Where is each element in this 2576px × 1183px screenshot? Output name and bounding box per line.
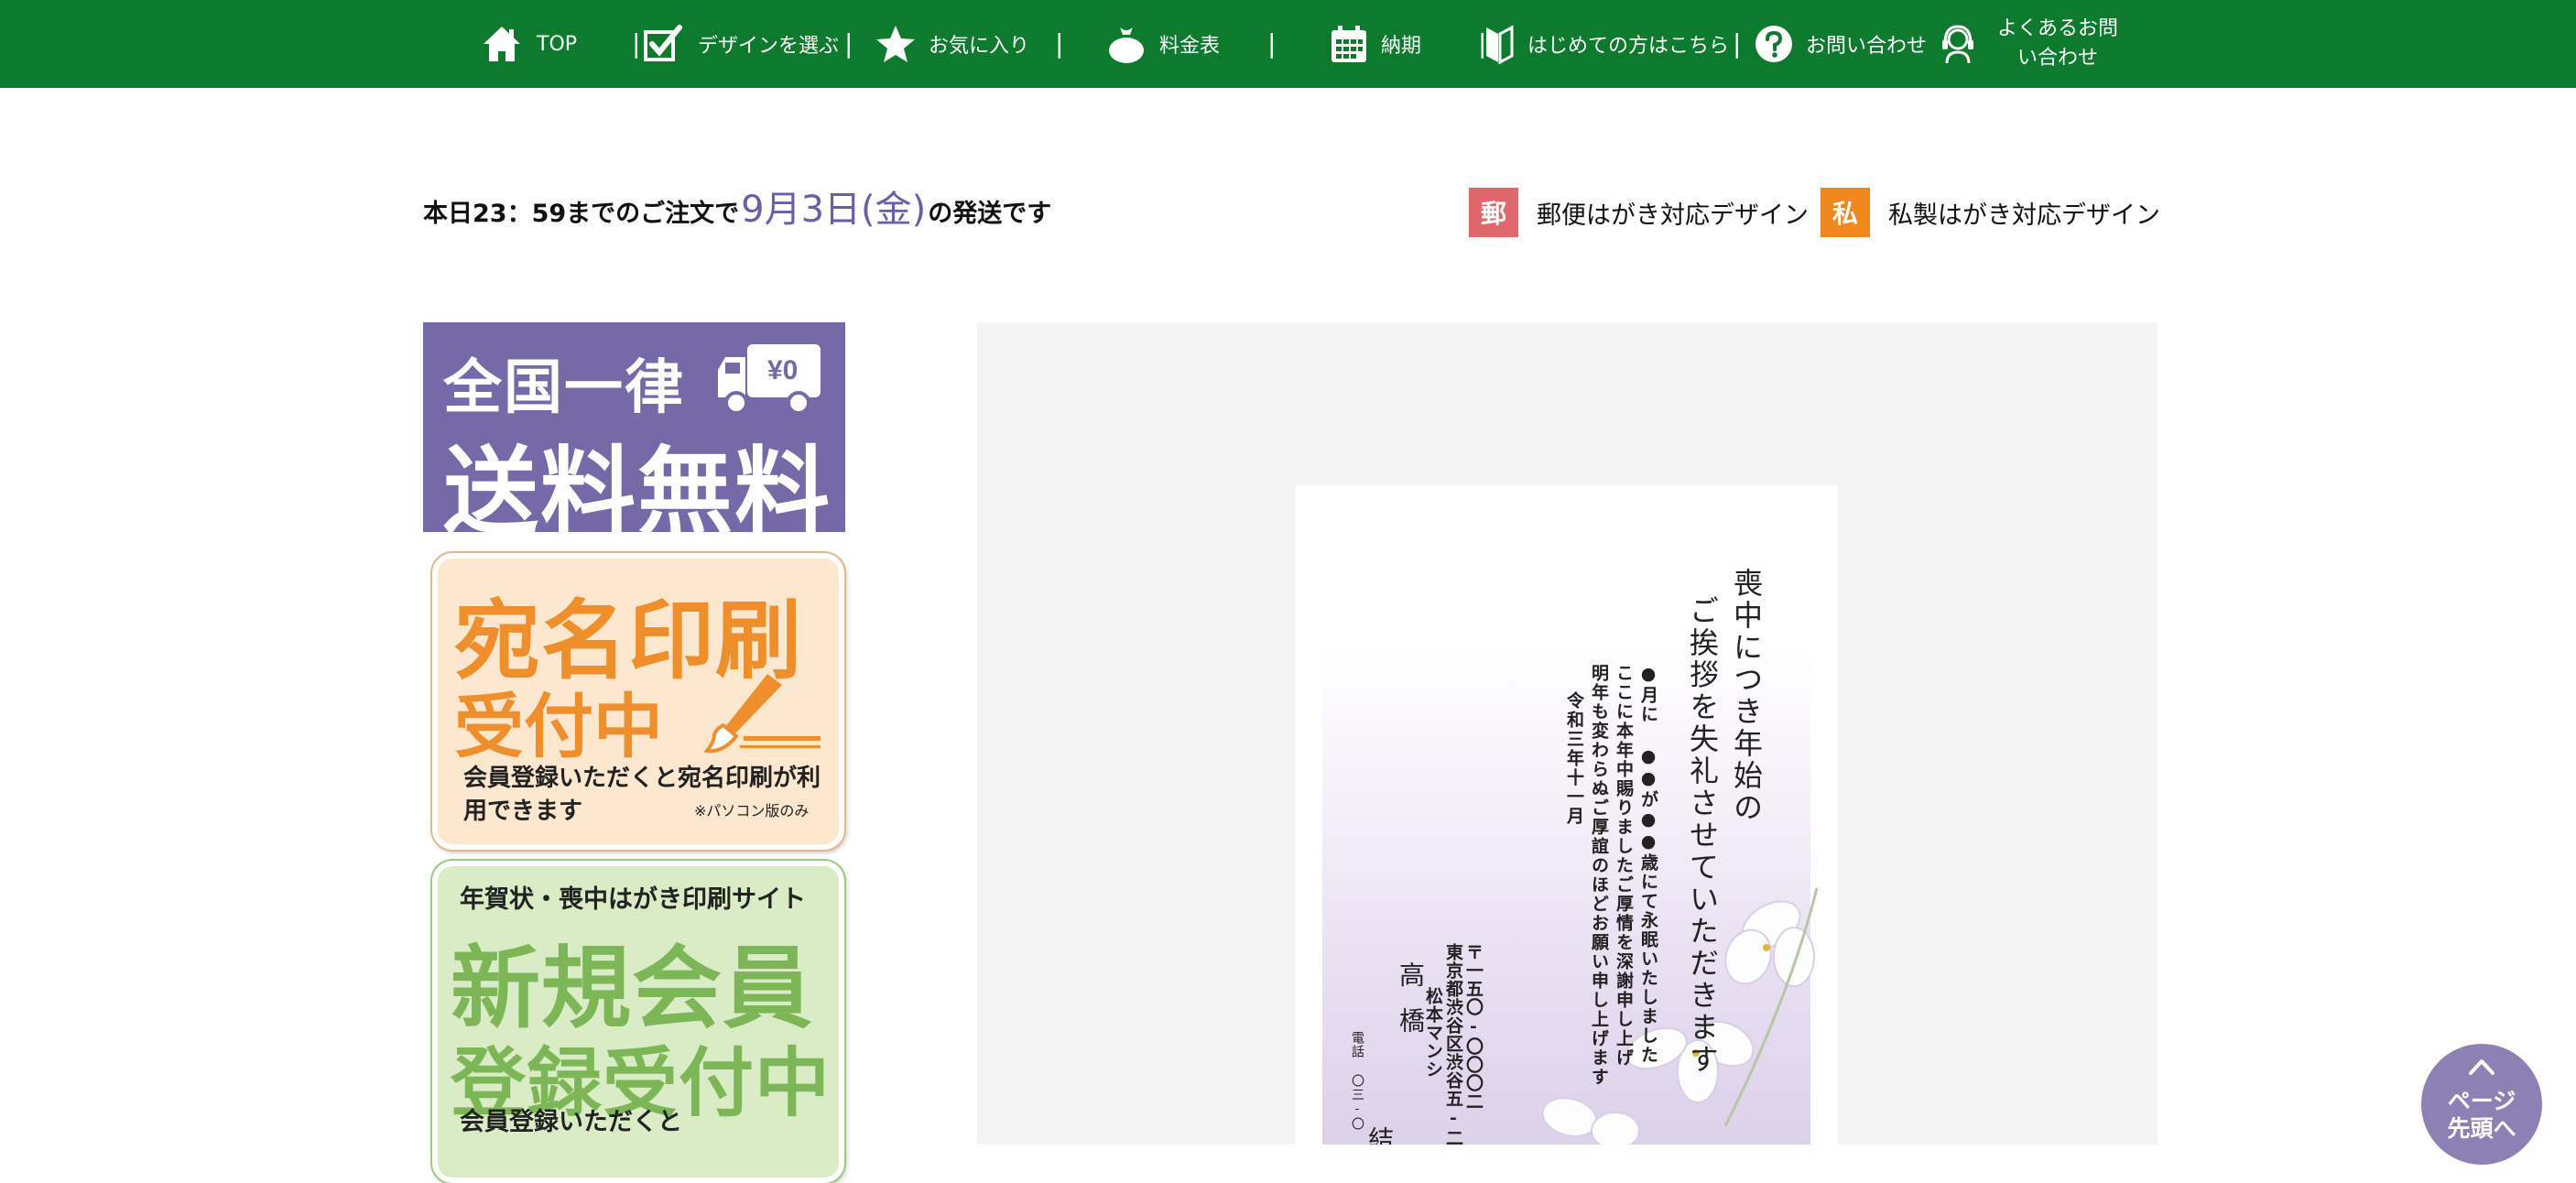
card-title-line2: ご挨拶を失礼させていただきます (1685, 595, 1720, 1076)
nav-item-label: お気に入り (929, 35, 1030, 58)
card-body-line1: ●月に ●●が●●歳にて永眠いたしました (1638, 664, 1658, 1065)
card-body-line3: 明年も変わらぬご厚誼のほどお願い申し上げます (1589, 664, 1609, 1087)
legend-postal: 郵 郵便はがき対応デザイン (1469, 188, 1809, 237)
headset-icon (1942, 25, 1973, 64)
nav-separator: | (844, 28, 853, 59)
legend-postal-label: 郵便はがき対応デザイン (1537, 201, 1809, 230)
banner-member-line1: 年賀状・喪中はがき印刷サイト (460, 885, 806, 914)
address-printing-banner[interactable]: 宛名印刷 受付中 会員登録いただくと宛名印刷が利用できます ※パソコン版のみ (432, 553, 844, 850)
brush-icon (703, 674, 821, 754)
top-navigation-bar: TOP | デザインを選ぶ | お気に入り | 料金表 | 納期 | はじめての… (0, 0, 2576, 88)
nav-separator: | (1055, 28, 1064, 59)
card-body-line2: ここに本年中賜りましたご厚情を深謝申し上げ (1614, 664, 1634, 1068)
nav-item-label: 料金表 (1159, 35, 1221, 58)
nav-item-first-time[interactable]: はじめての方はこちら (1484, 0, 1729, 88)
card-name-line2: 結賀 (1361, 1126, 1397, 1145)
nav-item-label: TOP (537, 32, 578, 56)
page-top-label-line1: ページ (2447, 1088, 2516, 1114)
deadline-prefix: 本日23：59までのご注文で (423, 200, 740, 228)
card-title-line1: 喪中につき年始の (1729, 568, 1764, 824)
card-body-line4: 令和三年十一月 (1564, 691, 1584, 826)
page-top-label: ページ 先頭へ (2421, 1088, 2542, 1143)
legend-private-label: 私製はがき対応デザイン (1888, 201, 2160, 230)
nav-item-choose-design[interactable]: デザインを選ぶ (643, 0, 839, 88)
shipping-deadline-notice: 本日23：59までのご注文で 9月3日(金) の発送です (423, 179, 1052, 231)
free-shipping-banner[interactable]: 全国一律 ¥0 送料無料 (423, 322, 845, 548)
nav-item-label: デザインを選ぶ (698, 35, 840, 58)
nav-separator: | (1733, 28, 1742, 59)
calendar-icon (1331, 26, 1366, 62)
legend-private: 私 私製はがき対応デザイン (1821, 188, 2160, 237)
nav-separator: | (1267, 28, 1277, 59)
question-icon (1755, 26, 1792, 62)
star-icon (876, 26, 915, 62)
beginner-mark-icon (1486, 25, 1514, 64)
deadline-date: 9月3日(金) (741, 189, 927, 231)
nav-item-label: よくあるお問い合わせ (1996, 17, 2118, 70)
truck-price-text: ¥0 (767, 355, 798, 385)
deadline-suffix: の発送です (928, 200, 1052, 228)
mourning-postcard-preview: 喪中につき年始の ご挨拶を失礼させていただきます ●月に ●●が●●歳にて永眠い… (1295, 485, 1838, 1145)
nav-item-favorites[interactable]: お気に入り (875, 0, 1029, 88)
nav-item-top[interactable]: TOP (480, 0, 577, 88)
nav-item-contact[interactable]: お問い合わせ (1755, 0, 1927, 88)
banner-member-line4: 会員登録いただくと (460, 1108, 682, 1136)
private-badge: 私 (1821, 188, 1870, 237)
nav-separator: | (632, 28, 641, 59)
banner-shipping-line2: 送料無料 (443, 436, 832, 548)
nav-item-price-list[interactable]: 料金表 (1106, 0, 1220, 88)
postal-badge: 郵 (1469, 188, 1518, 237)
checkbox-icon (644, 25, 682, 61)
nav-item-delivery-date[interactable]: 納期 (1330, 0, 1421, 88)
money-bag-icon (1109, 27, 1144, 63)
chevron-up-icon (2469, 1059, 2494, 1075)
new-member-banner[interactable]: 年賀状・喪中はがき印刷サイト 新規会員 登録受付中 会員登録いただくと (432, 861, 844, 1183)
home-icon (484, 27, 520, 61)
banner-address-note: ※パソコン版のみ (694, 802, 810, 819)
nav-item-faq[interactable]: よくあるお問い合わせ (1940, 0, 2126, 88)
card-phone: 電話 〇三-〇 (1350, 1031, 1364, 1131)
page-top-label-line2: 先頭へ (2447, 1115, 2516, 1142)
nav-item-label: はじめての方はこちら (1527, 35, 1730, 58)
nav-item-label: お問い合わせ (1806, 35, 1928, 58)
banner-address-line2: 受付中 (454, 686, 663, 767)
truck-icon: ¥0 (718, 344, 821, 415)
banner-shipping-line1: 全国一律 (443, 354, 685, 422)
nav-item-label: 納期 (1381, 35, 1422, 58)
card-name-line1: 高橋 (1396, 961, 1426, 1053)
page-top-button[interactable]: ページ 先頭へ (2421, 1044, 2542, 1165)
